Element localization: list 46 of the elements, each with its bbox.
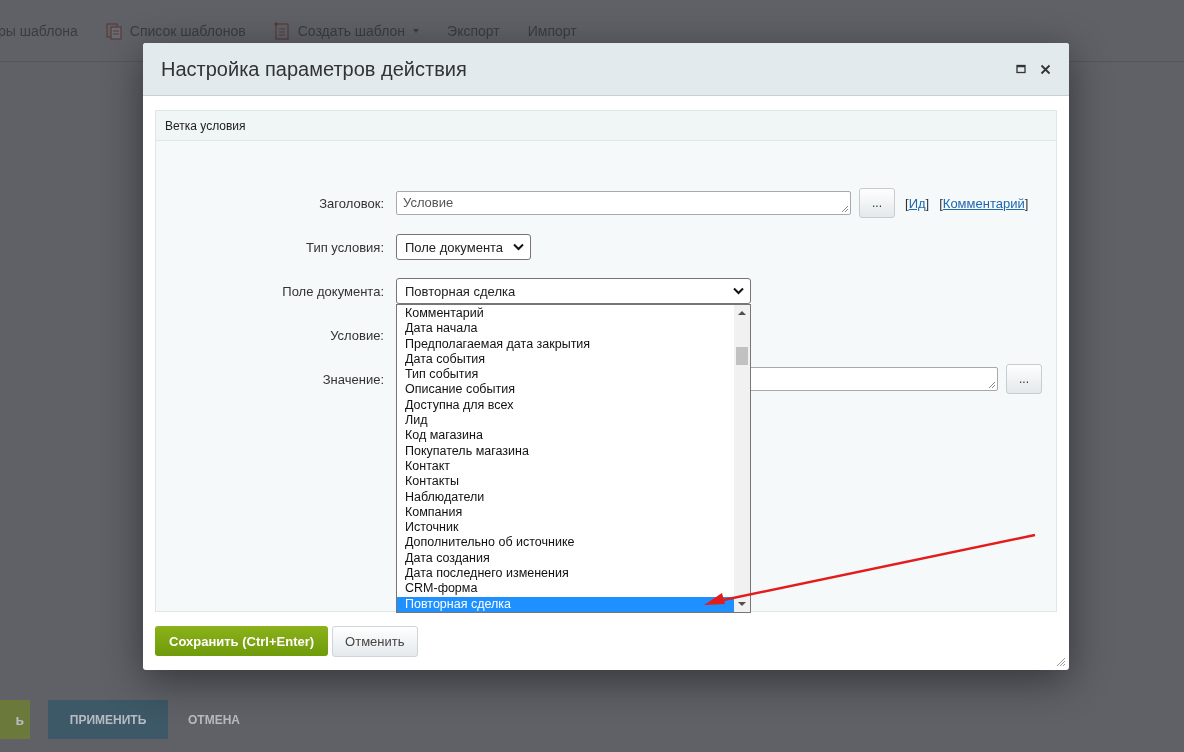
section-title: Ветка условия bbox=[156, 111, 1056, 141]
dropdown-option[interactable]: Дата начала bbox=[397, 321, 734, 337]
resize-grip-icon bbox=[841, 205, 849, 213]
chevron-down-icon bbox=[733, 287, 744, 295]
dropdown-option[interactable]: Контакты bbox=[397, 474, 734, 490]
dropdown-option[interactable]: Дата последнего изменения bbox=[397, 566, 734, 582]
dropdown-option[interactable]: Дополнительно об источнике bbox=[397, 535, 734, 551]
dropdown-option[interactable]: Компания bbox=[397, 504, 734, 521]
dropdown-option[interactable]: Источник bbox=[397, 520, 734, 536]
dropdown-option[interactable]: Дата создания bbox=[397, 550, 734, 567]
dropdown-option[interactable]: Дата события bbox=[397, 351, 734, 368]
title-field[interactable]: Условие bbox=[396, 191, 851, 215]
condition-type-select[interactable]: Поле документа bbox=[396, 234, 532, 260]
dropdown-option[interactable]: Покупатель магазина bbox=[397, 443, 734, 459]
cancel-button[interactable]: Отменить bbox=[332, 626, 418, 657]
dropdown-option[interactable]: Наблюдатели bbox=[397, 489, 734, 505]
field-label: Поле документа: bbox=[281, 283, 384, 299]
scrollbar[interactable] bbox=[734, 305, 750, 612]
list-icon bbox=[105, 21, 122, 40]
close-icon[interactable] bbox=[1040, 63, 1051, 75]
field-label: Заголовок: bbox=[318, 195, 384, 211]
document-field-select[interactable]: Повторная сделка bbox=[396, 278, 751, 304]
dropdown-option[interactable]: Код магазина bbox=[397, 428, 734, 444]
field-label: Значение: bbox=[321, 371, 384, 387]
field-label: Условие: bbox=[329, 327, 384, 343]
dropdown-option[interactable]: Комментарий bbox=[397, 306, 734, 322]
link[interactable]: [Комментарий] bbox=[939, 195, 1029, 211]
chevron-down-icon bbox=[513, 243, 525, 251]
dialog-title: Настройка параметров действия bbox=[161, 57, 468, 81]
apply-button[interactable]: ПРИМЕНИТЬ bbox=[48, 700, 168, 739]
document-icon bbox=[273, 21, 290, 40]
dropdown-option[interactable]: Тип события bbox=[397, 367, 734, 383]
field-label: Тип условия: bbox=[305, 239, 384, 255]
dropdown-option[interactable]: Предполагаемая дата закрытия bbox=[397, 336, 734, 352]
dropdown-option[interactable]: Контакт bbox=[397, 458, 734, 475]
more-button[interactable]: ... bbox=[859, 188, 895, 218]
dropdown-option[interactable]: Лид bbox=[397, 413, 734, 429]
maximize-icon[interactable] bbox=[1016, 64, 1026, 74]
link[interactable]: [Ид] bbox=[905, 195, 930, 211]
more-button[interactable]: ... bbox=[1006, 364, 1042, 394]
dropdown-option[interactable]: Описание события bbox=[397, 382, 734, 398]
dropdown-option[interactable]: Доступна для всех bbox=[397, 397, 734, 414]
resize-grip-icon bbox=[1056, 657, 1066, 667]
dropdown-option[interactable]: CRM-форма bbox=[397, 581, 734, 597]
resize-grip-icon bbox=[988, 381, 996, 389]
caret-icon bbox=[413, 28, 420, 33]
